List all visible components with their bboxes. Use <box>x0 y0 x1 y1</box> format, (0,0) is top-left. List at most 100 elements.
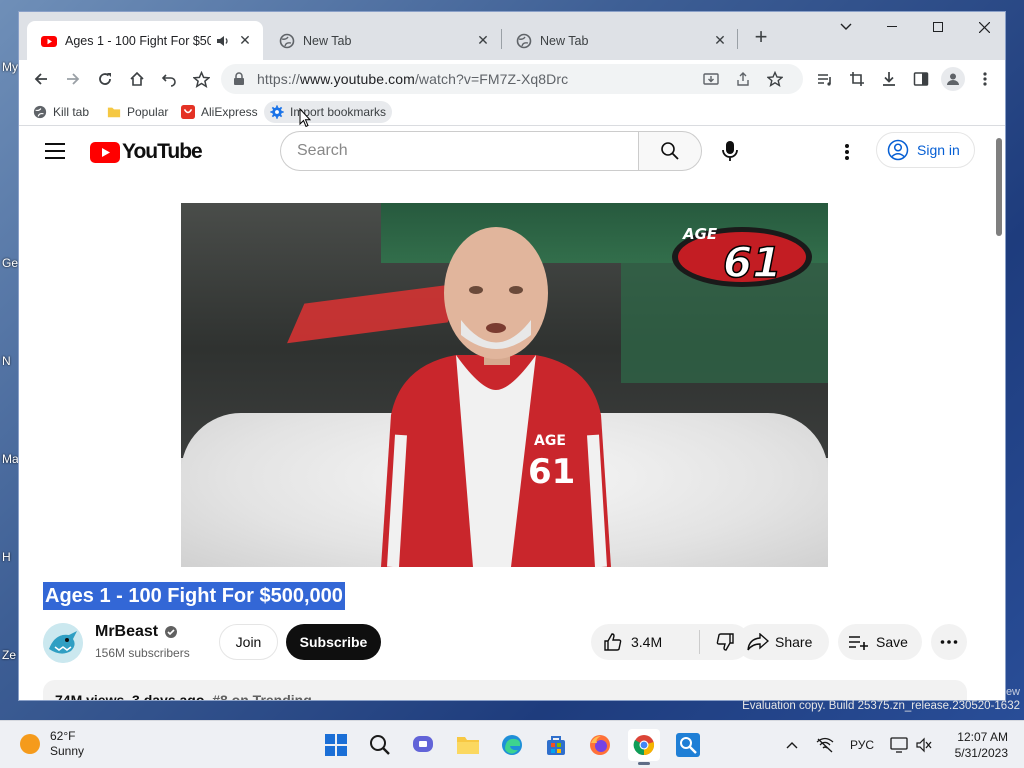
lock-icon[interactable] <box>233 72 245 86</box>
chrome-icon <box>633 735 655 756</box>
speaker-icon[interactable] <box>215 34 231 48</box>
tab-title: New Tab <box>540 33 589 48</box>
description-box[interactable]: 74M views 3 days ago #8 on Trending <box>43 680 967 700</box>
taskbar-firefox[interactable] <box>584 729 616 761</box>
voice-search-button[interactable] <box>710 131 750 171</box>
back-button[interactable] <box>29 67 53 91</box>
account-circle-icon <box>887 139 909 161</box>
age-badge-value: 61 <box>723 238 781 287</box>
new-tab-button[interactable]: + <box>749 26 773 50</box>
weather-widget[interactable]: 62°F Sunny <box>20 729 84 759</box>
tab-new-1[interactable]: New Tab ✕ <box>265 21 501 60</box>
taskbar-edge[interactable] <box>496 729 528 761</box>
playlist-add-icon <box>849 636 868 650</box>
bookmark-label: Kill tab <box>53 105 90 119</box>
crop-button[interactable] <box>845 67 869 91</box>
edge-icon <box>502 735 522 755</box>
start-button[interactable] <box>320 729 352 761</box>
bookmark-aliexpress[interactable]: AliExpress <box>175 101 264 123</box>
desktop-label[interactable]: Ze <box>2 648 16 662</box>
tab-youtube[interactable]: Ages 1 - 100 Fight For $500 ✕ <box>27 21 263 60</box>
reading-list-button[interactable] <box>813 67 837 91</box>
bookmark-import[interactable]: Import bookmarks <box>264 101 393 123</box>
taskbar-chrome[interactable] <box>628 729 660 765</box>
channel-name-text: MrBeast <box>95 623 159 640</box>
undo-icon <box>161 74 176 87</box>
network-disconnected-icon[interactable] <box>816 737 834 753</box>
search-input[interactable]: Search <box>280 131 639 171</box>
browser-menu-button[interactable] <box>973 67 997 91</box>
chevron-up-icon[interactable] <box>786 741 798 749</box>
menu-icon[interactable] <box>45 143 65 159</box>
channel-name[interactable]: MrBeast <box>95 623 178 641</box>
taskbar-teams[interactable] <box>408 729 440 761</box>
mrbeast-logo-icon <box>43 623 83 663</box>
reload-icon <box>99 73 111 85</box>
sign-in-button[interactable]: Sign in <box>876 132 975 168</box>
desktop-label[interactable]: Ge <box>2 256 18 270</box>
close-icon <box>978 21 990 33</box>
taskbar-search-button[interactable] <box>364 729 396 761</box>
bookmark-kill-tab[interactable]: Kill tab <box>27 101 95 123</box>
profile-button[interactable] <box>941 67 965 91</box>
scrollbar-thumb[interactable] <box>996 138 1002 236</box>
close-tab-icon[interactable]: ✕ <box>475 32 491 49</box>
settings-menu-button[interactable] <box>835 140 859 164</box>
youtube-wordmark: YouTube <box>122 140 203 163</box>
thumbs-up-icon <box>604 633 622 651</box>
more-actions-button[interactable] <box>931 624 967 660</box>
display-icon[interactable] <box>890 737 908 753</box>
side-panel-icon <box>913 72 929 86</box>
bookmarks-bar: Kill tab Popular AliExpress Import bookm… <box>19 98 1005 126</box>
taskbar-file-explorer[interactable] <box>452 729 484 761</box>
page-scrollbar[interactable] <box>991 126 1005 700</box>
globe-icon <box>279 33 295 48</box>
home-button[interactable] <box>125 67 149 91</box>
video-player[interactable]: AGE 61 AGE 61 <box>181 203 828 567</box>
desktop-label[interactable]: N <box>2 354 11 368</box>
taskbar-magnifier[interactable] <box>672 729 704 761</box>
star-icon[interactable] <box>767 71 783 87</box>
chat-icon <box>413 736 433 752</box>
reload-button[interactable] <box>93 67 117 91</box>
install-app-icon[interactable] <box>703 71 719 87</box>
subscribe-button[interactable]: Subscribe <box>286 624 381 660</box>
youtube-logo[interactable]: YouTube <box>90 140 203 164</box>
url-path: /watch?v=FM7Z-Xq8Drc <box>414 71 569 87</box>
forward-button[interactable] <box>61 67 85 91</box>
side-panel-button[interactable] <box>909 67 933 91</box>
shirt-age-label: AGE <box>534 433 566 449</box>
crop-icon <box>850 72 864 86</box>
desktop-label[interactable]: H <box>2 550 11 564</box>
bookmark-popular[interactable]: Popular <box>101 101 174 123</box>
tab-new-2[interactable]: New Tab ✕ <box>502 21 738 60</box>
close-tab-icon[interactable]: ✕ <box>712 32 728 49</box>
minimize-button[interactable] <box>869 12 915 42</box>
trending-link[interactable]: #8 on Trending <box>212 692 312 700</box>
language-indicator[interactable]: РУС <box>850 738 874 752</box>
share-icon[interactable] <box>735 71 751 87</box>
address-bar[interactable]: https://www.youtube.com/watch?v=FM7Z-Xq8… <box>221 64 803 94</box>
taskbar-store[interactable] <box>540 729 572 761</box>
maximize-button[interactable] <box>915 12 961 42</box>
close-tab-icon[interactable]: ✕ <box>237 32 253 49</box>
undo-close-tab-button[interactable] <box>157 67 181 91</box>
age-badge: AGE 61 <box>672 225 812 288</box>
channel-avatar[interactable] <box>43 623 83 663</box>
tab-strip: Ages 1 - 100 Fight For $500 ✕ New Tab ✕ … <box>19 12 1005 60</box>
join-button[interactable]: Join <box>219 624 278 660</box>
save-button[interactable]: Save <box>838 624 922 660</box>
close-window-button[interactable] <box>961 12 1005 42</box>
url-scheme: https:// <box>257 71 300 87</box>
share-button[interactable]: Share <box>737 624 829 660</box>
desktop-label[interactable]: My <box>2 60 18 74</box>
like-button[interactable]: 3.4M <box>591 624 699 660</box>
speaker-muted-icon[interactable] <box>916 737 932 753</box>
bookmark-star-button[interactable] <box>189 67 213 91</box>
system-clock[interactable]: 12:07 AM 5/31/2023 <box>942 729 1008 761</box>
folder-icon <box>107 107 121 118</box>
desktop-label[interactable]: Ma <box>2 452 19 466</box>
tab-search-button[interactable] <box>823 12 869 42</box>
downloads-button[interactable] <box>877 67 901 91</box>
search-button[interactable] <box>638 131 702 171</box>
